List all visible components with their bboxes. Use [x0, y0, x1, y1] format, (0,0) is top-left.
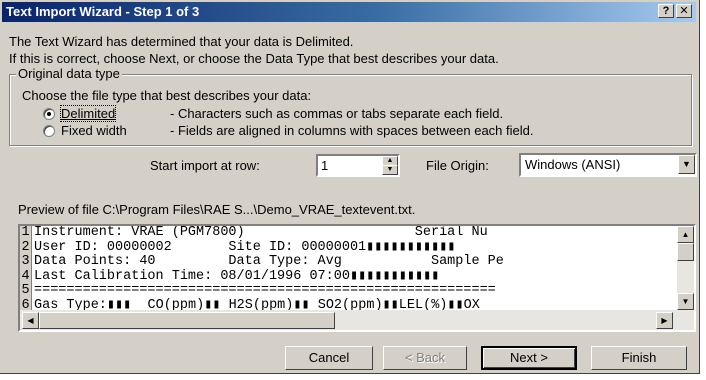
original-data-type-group: Original data type Choose the file type …	[9, 66, 692, 146]
preview-row: 1 Instrument: VRAE (PGM7800) Serial Nu	[20, 226, 670, 241]
row-number: 6	[20, 298, 32, 310]
fixed-width-radio[interactable]	[43, 125, 55, 137]
horizontal-scroll-thumb[interactable]	[39, 312, 335, 329]
delimited-radio[interactable]	[43, 108, 55, 120]
radio-selected-dot	[47, 112, 51, 116]
file-origin-value: Windows (ANSI)	[525, 157, 621, 172]
row-number: 1	[20, 226, 32, 241]
file-preview[interactable]: 1 Instrument: VRAE (PGM7800) Serial Nu 2U…	[18, 224, 696, 332]
preview-rows: 1 Instrument: VRAE (PGM7800) Serial Nu 2U…	[20, 226, 670, 310]
horizontal-scrollbar[interactable]: ◀ ▶	[20, 310, 694, 330]
delimited-label-text: Delimited	[61, 106, 116, 121]
text-import-wizard-dialog: Text Import Wizard - Step 1 of 3 ? ✕ The…	[0, 0, 700, 374]
spin-down-icon[interactable]: ▼	[382, 165, 398, 175]
row-text: ========================================…	[34, 283, 496, 298]
preview-row: 4 Last Calibration Time: 08/01/1996 07:00…	[20, 268, 670, 284]
scroll-down-icon[interactable]: ▼	[677, 293, 694, 310]
row-number: 3	[20, 254, 32, 270]
row-number: 4	[20, 269, 32, 284]
delimited-description: - Characters such as commas or tabs sepa…	[170, 106, 504, 121]
vertical-scroll-thumb[interactable]	[677, 243, 694, 261]
intro-line-1: The Text Wizard has determined that your…	[9, 34, 354, 49]
scroll-up-icon[interactable]: ▲	[677, 226, 694, 243]
back-button[interactable]: < Back	[383, 346, 467, 370]
file-origin-label: File Origin:	[426, 158, 489, 173]
preview-row: 2 User ID: 00000002 Site ID: 00000001▮▮▮▮…	[20, 239, 670, 255]
intro-line-2: If this is correct, choose Next, or choo…	[9, 51, 499, 66]
scroll-left-icon[interactable]: ◀	[22, 312, 39, 329]
next-button[interactable]: Next >	[481, 346, 577, 370]
row-text: Data Points: 40 Data Type: Avg Sample Pe	[34, 254, 504, 269]
help-button[interactable]: ?	[658, 4, 674, 18]
row-text: Instrument: VRAE (PGM7800) Serial Nu	[34, 226, 488, 240]
close-button[interactable]: ✕	[676, 4, 692, 18]
file-type-prompt: Choose the file type that best describes…	[22, 88, 312, 103]
row-text: Last Calibration Time: 08/01/1996 07:00▮…	[34, 268, 440, 284]
file-origin-dropdown[interactable]: Windows (ANSI) ▼	[519, 153, 697, 177]
row-number: 2	[20, 240, 32, 255]
delimited-label[interactable]: Delimited	[59, 105, 117, 122]
row-text: Gas Type:▮▮▮ CO(ppm)▮▮ H2S(ppm)▮▮ SO2(pp…	[34, 297, 480, 310]
window-title: Text Import Wizard - Step 1 of 3	[6, 4, 200, 19]
fixed-width-description: - Fields are aligned in columns with spa…	[170, 123, 534, 138]
start-row-value[interactable]: 1	[321, 158, 328, 173]
start-import-label: Start import at row:	[150, 158, 260, 173]
scroll-right-icon[interactable]: ▶	[656, 312, 673, 329]
group-label: Original data type	[16, 66, 122, 81]
chevron-down-icon[interactable]: ▼	[678, 155, 695, 174]
row-text: User ID: 00000002 Site ID: 00000001▮▮▮▮▮…	[34, 239, 456, 255]
preview-row: 5 =======================================…	[20, 283, 670, 299]
vertical-scrollbar[interactable]: ▲ ▼	[677, 226, 694, 310]
preview-row: 6 Gas Type:▮▮▮ CO(ppm)▮▮ H2S(ppm)▮▮ SO2(p…	[20, 297, 670, 310]
start-row-spinner[interactable]: 1 ▲ ▼	[316, 154, 400, 177]
cancel-button[interactable]: Cancel	[285, 346, 373, 370]
finish-button[interactable]: Finish	[591, 346, 687, 370]
row-number: 5	[20, 283, 32, 299]
preview-row: 3 Data Points: 40 Data Type: Avg Sample P…	[20, 254, 670, 270]
preview-label: Preview of file C:\Program Files\RAE S..…	[18, 202, 416, 217]
title-bar[interactable]: Text Import Wizard - Step 1 of 3 ? ✕	[2, 2, 696, 22]
fixed-width-label[interactable]: Fixed width	[61, 123, 127, 138]
